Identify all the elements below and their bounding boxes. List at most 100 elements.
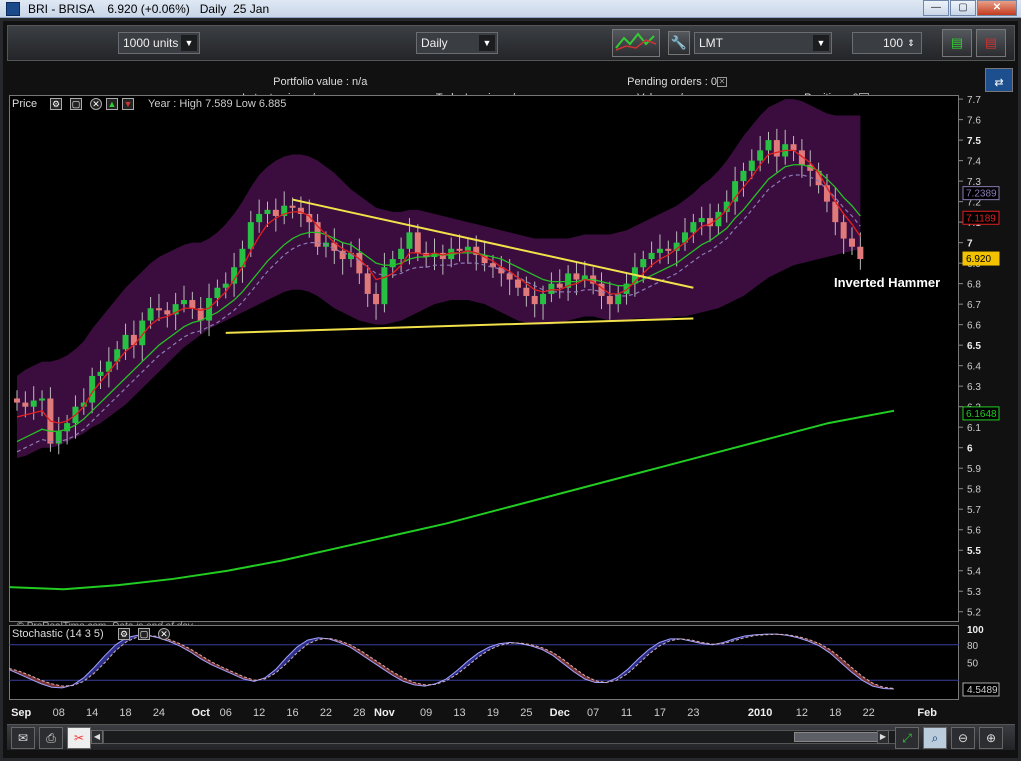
close-icon[interactable]: ✕: [90, 98, 102, 110]
zoom-select-button[interactable]: ⌕: [923, 727, 947, 749]
candle-body: [757, 150, 764, 161]
scroll-left-button[interactable]: ◀: [91, 730, 103, 744]
zoom-in-icon: ⊕: [985, 731, 997, 745]
x-tick-label: 24: [153, 707, 165, 719]
candle-body: [381, 267, 388, 305]
window-icon[interactable]: ▢: [70, 98, 82, 110]
x-tick-label: 25: [520, 707, 532, 719]
candle-body: [690, 222, 697, 233]
stoch-axis-label: 4.5489: [967, 685, 998, 696]
mail-button[interactable]: ✉: [11, 727, 35, 749]
candle-body: [773, 140, 780, 157]
minimize-button[interactable]: —: [923, 0, 949, 16]
period-select[interactable]: Daily ▼: [416, 32, 498, 54]
wrench-icon[interactable]: ⚙: [50, 98, 62, 110]
buy-order-button[interactable]: ▤: [942, 29, 972, 57]
candle-body: [456, 248, 463, 251]
candle-body: [272, 209, 279, 216]
scissors-icon: ✂: [73, 731, 85, 745]
x-tick-label: 18: [119, 707, 131, 719]
candle-body: [648, 252, 655, 260]
stoch-k-line: [9, 633, 895, 690]
indicators-button[interactable]: [612, 29, 660, 57]
candle-body: [164, 310, 171, 315]
scroll-thumb[interactable]: [794, 732, 884, 742]
candle-body: [364, 273, 371, 294]
x-tick-label: 23: [687, 707, 699, 719]
quantity-value: 100: [882, 36, 903, 50]
x-tick-label: Sep: [11, 707, 31, 719]
price-panel-label: Price: [12, 98, 38, 110]
y-tick-label: 7.7: [967, 95, 981, 106]
year-summary: Year : High 7.589 Low 6.885: [148, 98, 287, 110]
envelope-band: [17, 99, 861, 458]
maximize-button[interactable]: ▢: [950, 0, 976, 16]
y-tick-label: 6.3: [967, 382, 981, 393]
move-down-icon[interactable]: ▼: [122, 98, 134, 110]
wrench-button[interactable]: 🔧: [668, 31, 690, 55]
sell-order-button[interactable]: ▤: [976, 29, 1006, 57]
window-title: BRI - BRISA 6.920 (+0.06%) Daily 25 Jan: [28, 2, 270, 16]
x-tick-label: 12: [253, 707, 265, 719]
zoom-out-button[interactable]: ⊖: [951, 727, 975, 749]
x-tick-label: 18: [829, 707, 841, 719]
x-tick-label: Feb: [917, 707, 937, 719]
x-tick-label: 12: [796, 707, 808, 719]
time-scrollbar[interactable]: [103, 730, 899, 744]
chart-indicator-icon: [615, 32, 657, 51]
printer-icon: ⎙: [46, 731, 56, 745]
price-tag-label: 6.1648: [966, 409, 997, 420]
x-axis: Sep 08 14 18 24 Oct 06 12 16 22 28 Nov 09 13 19 25 Dec 07…: [11, 707, 937, 719]
units-select[interactable]: 1000 units ▼: [118, 32, 200, 54]
candle-body: [214, 287, 221, 299]
candle-body: [222, 283, 229, 288]
wrench-icon[interactable]: ⚙: [118, 628, 130, 640]
trade-arrows-button[interactable]: ⇄: [985, 68, 1013, 92]
y-tick-label: 5.7: [967, 505, 981, 516]
units-value: 1000 units: [123, 36, 179, 50]
zoom-in-button[interactable]: ⊕: [979, 727, 1003, 749]
chevron-down-icon: ▼: [479, 35, 495, 51]
portfolio-amount: n/a: [352, 76, 368, 88]
close-icon[interactable]: ✕: [717, 77, 728, 88]
x-tick-label: 2010: [748, 707, 772, 719]
candle-body: [147, 308, 154, 321]
candle-body: [606, 295, 613, 305]
move-up-icon[interactable]: ▲: [106, 98, 118, 110]
candle-body: [414, 232, 421, 253]
candle-body: [247, 222, 254, 249]
window-icon[interactable]: ▢: [138, 628, 150, 640]
order-edit-icon: ▤: [984, 35, 998, 50]
candle-body: [740, 170, 747, 182]
candle-body: [540, 293, 547, 305]
chevron-down-icon: ▼: [813, 35, 829, 51]
candle-body: [14, 398, 20, 403]
stoch-fill: [286, 647, 297, 664]
close-button[interactable]: ✕: [977, 0, 1017, 16]
candle-body: [857, 246, 864, 260]
x-tick-label: 07: [587, 707, 599, 719]
order-type-select[interactable]: LMT ▼: [694, 32, 832, 54]
zoom-out-icon: ⊖: [957, 731, 969, 745]
fit-button[interactable]: ⤢: [895, 727, 919, 749]
quantity-stepper[interactable]: 100 ⇕: [852, 32, 922, 54]
y-tick-label: 6.1: [967, 423, 981, 434]
candle-body: [398, 248, 405, 260]
spin-icon: ⇕: [903, 35, 919, 51]
close-icon[interactable]: ✕: [158, 628, 170, 640]
y-tick-label: 6.6: [967, 321, 981, 332]
y-tick-label: 6.7: [967, 300, 981, 311]
stoch-fill: [584, 675, 596, 683]
candle-body: [656, 248, 663, 253]
x-tick-label: 19: [487, 707, 499, 719]
price-chart[interactable]: 7.77.67.57.47.37.27.176.96.86.76.66.56.4…: [9, 95, 1013, 622]
candle-body: [698, 218, 705, 223]
window-controls: — ▢ ✕: [923, 0, 1017, 16]
x-tick-label: 16: [286, 707, 298, 719]
candle-body: [97, 371, 104, 376]
cursor-tool-button[interactable]: ✂: [67, 727, 91, 749]
x-tick-label: 08: [53, 707, 65, 719]
stoch-axis-label: 100: [967, 625, 984, 636]
scroll-right-button[interactable]: ▶: [877, 730, 889, 744]
print-button[interactable]: ⎙: [39, 727, 63, 749]
